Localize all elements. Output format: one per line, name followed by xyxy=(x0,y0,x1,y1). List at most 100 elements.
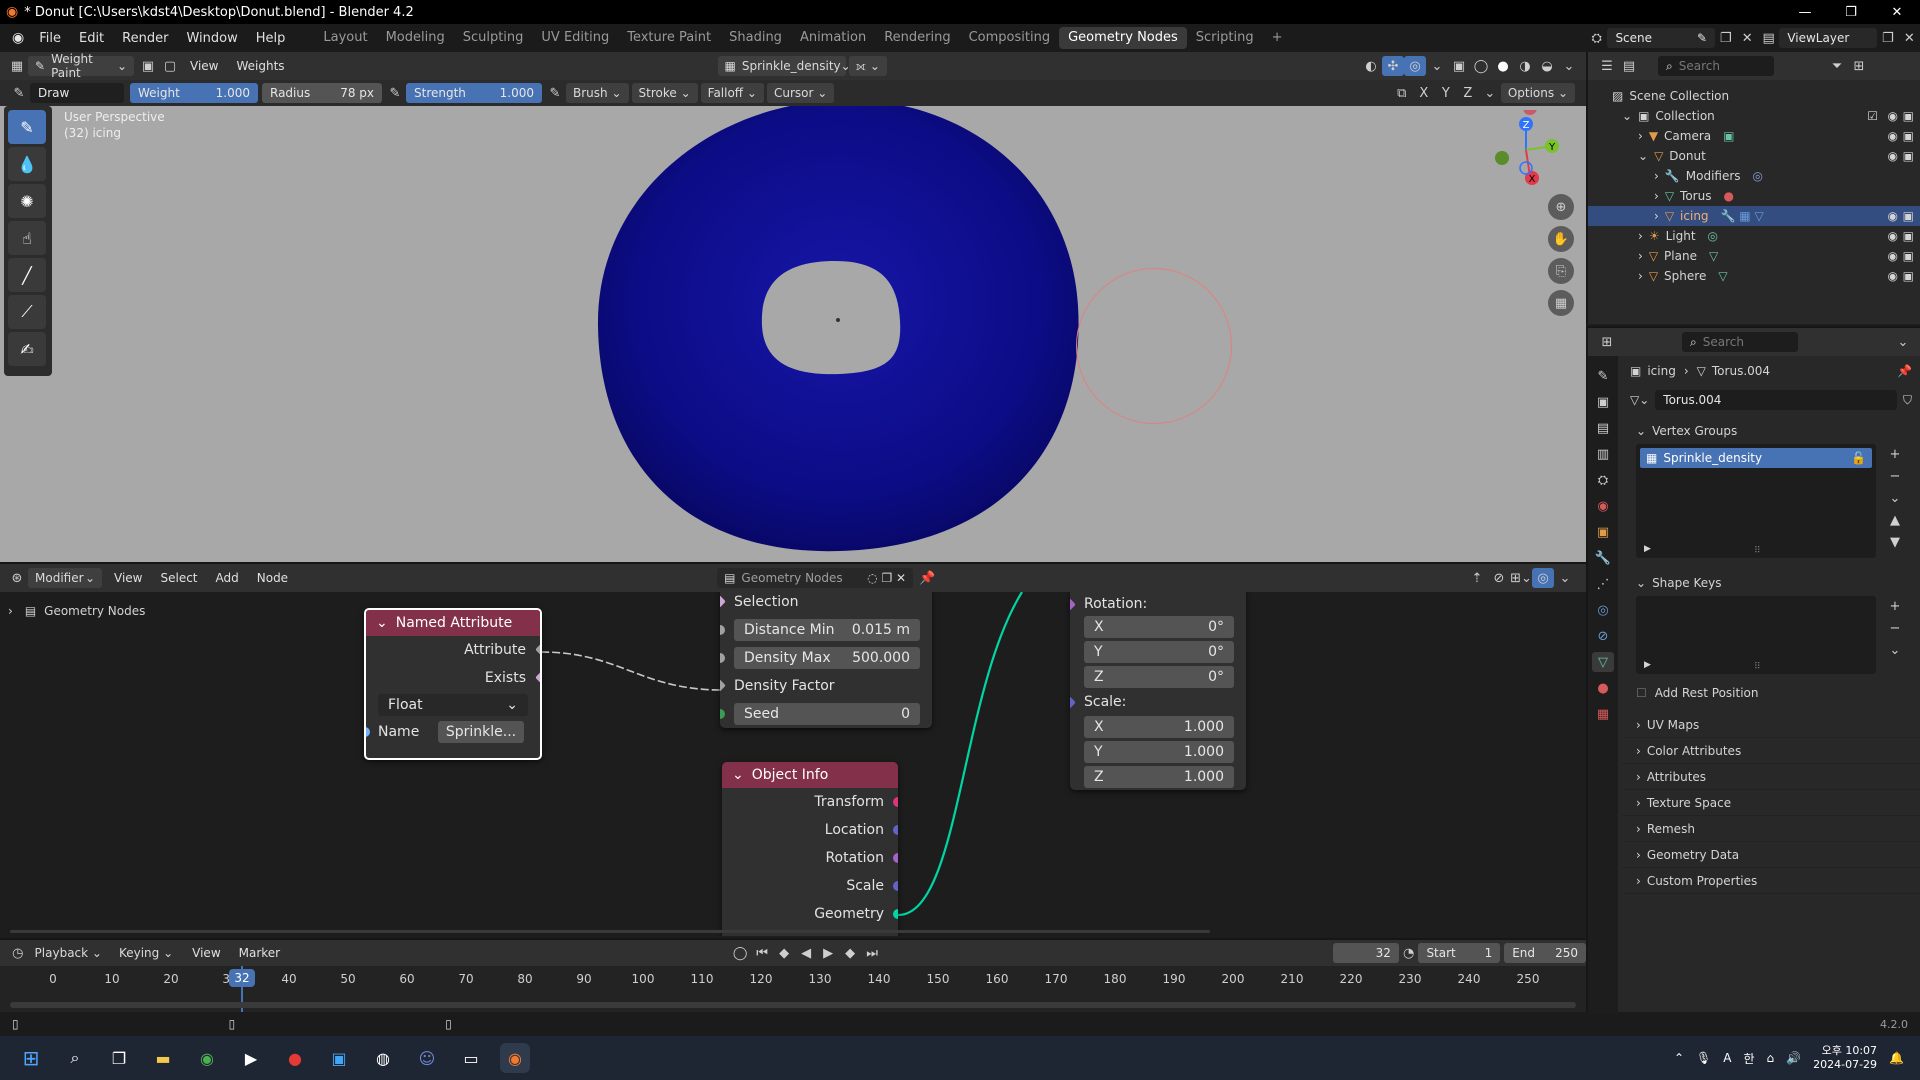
scene-field[interactable]: Scene ✎ xyxy=(1607,28,1716,48)
terminal-icon[interactable]: ▭ xyxy=(456,1043,486,1073)
outliner-item-collection[interactable]: ⌄ ▣ Collection ☑ ◉ ▣ xyxy=(1612,106,1920,126)
menu-help[interactable]: Help xyxy=(247,31,295,46)
mesh-name-field[interactable]: Torus.004 xyxy=(1655,390,1897,410)
chrome-icon[interactable]: ◉ xyxy=(192,1043,222,1073)
rendered-shading-icon[interactable]: ◒ xyxy=(1536,56,1558,76)
task-view-icon[interactable]: ❐ xyxy=(104,1043,134,1073)
outliner-item-plane[interactable]: › ▽ Plane ▽ ◉ ▣ xyxy=(1612,246,1920,266)
node-editor-type-icon[interactable]: ⊛ xyxy=(6,568,28,588)
display-mode-icon[interactable]: ▤ xyxy=(1618,56,1640,76)
vertex-group-specials-button[interactable]: ⌄ xyxy=(1884,488,1906,508)
blender-taskbar-icon[interactable]: ◉ xyxy=(500,1043,530,1073)
draw-tool-icon[interactable]: ✎ xyxy=(8,110,46,144)
attribute-output-socket[interactable] xyxy=(535,643,540,656)
outliner-item-light[interactable]: › ☀ Light ◎ ◉ ▣ xyxy=(1612,226,1920,246)
menu-render[interactable]: Render xyxy=(113,31,177,46)
selection-input-socket[interactable] xyxy=(720,595,726,608)
mirror-x-toggle[interactable]: X xyxy=(1413,83,1435,103)
mesh-data-tab-icon[interactable]: ▽ xyxy=(1592,652,1614,672)
tab-animation[interactable]: Animation xyxy=(791,27,875,49)
falloff-dropdown[interactable]: Falloff ⌄ xyxy=(700,83,764,103)
modifier-tab-icon[interactable]: 🔧 xyxy=(1592,548,1614,568)
output-tab-icon[interactable]: ▤ xyxy=(1592,418,1614,438)
node-tree-selector[interactable]: ▤ Geometry Nodes ◌ ❐ ✕ xyxy=(717,568,914,588)
texture-tab-icon[interactable]: ▦ xyxy=(1592,704,1614,724)
smear-tool-icon[interactable]: ☝ xyxy=(8,221,46,255)
location-output-socket[interactable] xyxy=(893,825,898,835)
clock[interactable]: 오후 10:07 2024-07-29 xyxy=(1813,1044,1877,1072)
remove-shape-key-button[interactable]: − xyxy=(1884,618,1906,638)
menu-weights[interactable]: Weights xyxy=(227,59,293,73)
material-tab-icon[interactable]: ● xyxy=(1592,678,1614,698)
move-down-button[interactable]: ▼ xyxy=(1884,532,1906,552)
start-frame-field[interactable]: Start 1 xyxy=(1418,943,1501,963)
view-layer-field[interactable]: ViewLayer xyxy=(1779,28,1878,48)
outliner-item-torus[interactable]: › ▽ Torus ● xyxy=(1612,186,1920,206)
rotation-y-field[interactable]: Y 0° xyxy=(1084,641,1234,663)
render-tab-icon[interactable]: ▣ xyxy=(1592,392,1614,412)
video-app-icon[interactable]: ● xyxy=(280,1043,310,1073)
node-context-dropdown[interactable]: Modifier ⌄ xyxy=(28,568,102,588)
filter-icon[interactable]: ⏷ xyxy=(1826,56,1848,76)
ortho-grid-icon[interactable]: ▦ xyxy=(1548,290,1574,316)
vertex-group-item[interactable]: ▦ Sprinkle_density 🔓 xyxy=(1640,448,1872,468)
custom-properties-section[interactable]: › Custom Properties xyxy=(1622,868,1920,894)
vertex-groups-section[interactable]: ⌄ Vertex Groups xyxy=(1622,418,1920,444)
outliner-search[interactable]: ⌕ Search xyxy=(1658,56,1774,76)
data-type-dropdown[interactable]: Float ⌄ xyxy=(378,694,528,716)
solid-shading-icon[interactable]: ● xyxy=(1492,56,1514,76)
outliner-item-camera[interactable]: › ▼ Camera ▣ ◉ ▣ xyxy=(1612,126,1920,146)
file-explorer-icon[interactable]: ▬ xyxy=(148,1043,178,1073)
editor-type-icon[interactable]: ▦ xyxy=(6,56,28,76)
node-object-info[interactable]: ⌄ Object Info Transform Location Rotation… xyxy=(722,762,898,936)
view-layer-tab-icon[interactable]: ▥ xyxy=(1592,444,1614,464)
wireframe-shading-icon[interactable]: ◯ xyxy=(1470,56,1492,76)
name-input-field[interactable]: Sprinkle... xyxy=(438,721,524,743)
color-attributes-section[interactable]: › Color Attributes xyxy=(1622,738,1920,764)
outliner-item-sphere[interactable]: › ▽ Sphere ▽ ◉ ▣ xyxy=(1612,266,1920,286)
camera-view-icon[interactable]: ⎘ xyxy=(1548,258,1574,284)
tab-scripting[interactable]: Scripting xyxy=(1187,27,1263,49)
current-frame-marker[interactable]: 32 xyxy=(229,969,255,987)
remove-vertex-group-button[interactable]: − xyxy=(1884,466,1906,486)
pin-icon[interactable]: 📌 xyxy=(1897,364,1912,378)
exists-output-socket[interactable] xyxy=(535,671,540,684)
rotation-z-field[interactable]: Z 0° xyxy=(1084,666,1234,688)
geometry-output-socket[interactable] xyxy=(893,909,898,919)
fake-user-shield-icon[interactable]: ⛉ xyxy=(1903,393,1912,408)
gizmo-icon[interactable]: ✣ xyxy=(1382,56,1404,76)
input-mode-label[interactable]: A xyxy=(1723,1051,1731,1065)
physics-tab-icon[interactable]: ◎ xyxy=(1592,600,1614,620)
radius-pressure-icon[interactable]: ✎ xyxy=(384,83,406,103)
density-max-field[interactable]: Density Max 500.000 xyxy=(734,647,920,669)
menu-view[interactable]: View xyxy=(181,59,227,73)
search-icon[interactable]: ⌕ xyxy=(60,1043,90,1073)
tab-modeling[interactable]: Modeling xyxy=(377,27,454,49)
donut-mesh[interactable] xyxy=(590,106,1090,562)
ime-label[interactable]: 한 xyxy=(1743,1050,1754,1067)
tab-sculpting[interactable]: Sculpting xyxy=(454,27,533,49)
end-frame-field[interactable]: End 250 xyxy=(1504,943,1586,963)
attributes-section[interactable]: › Attributes xyxy=(1622,764,1920,790)
world-tab-icon[interactable]: ◉ xyxy=(1592,496,1614,516)
vertex-group-dropdown[interactable]: ▦ Sprinkle_density ⌄ xyxy=(717,56,851,76)
weight-slider[interactable]: Weight 1.000 xyxy=(130,83,258,103)
geometry-data-section[interactable]: › Geometry Data xyxy=(1622,842,1920,868)
node-menu-node[interactable]: Node xyxy=(248,571,297,585)
remove-scene-icon[interactable]: ✕ xyxy=(1736,28,1757,48)
tab-compositing[interactable]: Compositing xyxy=(960,27,1060,49)
windows-start-icon[interactable]: ⊞ xyxy=(16,1043,46,1073)
playback-dropdown[interactable]: Playback ⌄ xyxy=(28,943,109,963)
visibility-icon[interactable]: ◐ xyxy=(1360,56,1382,76)
add-shape-key-button[interactable]: + xyxy=(1884,596,1906,616)
annotate-tool-icon[interactable]: ✍ xyxy=(8,332,46,366)
scale-y-field[interactable]: Y 1.000 xyxy=(1084,741,1234,763)
navigation-gizmo[interactable]: Z Y X xyxy=(1486,110,1566,190)
close-button[interactable]: ✕ xyxy=(1874,5,1920,20)
mode-dropdown[interactable]: ✎ Weight Paint ⌄ xyxy=(28,52,134,80)
mirror-y-toggle[interactable]: Y xyxy=(1435,83,1457,103)
move-up-button[interactable]: ▲ xyxy=(1884,510,1906,530)
parent-node-tree-icon[interactable]: ⇡ xyxy=(1466,568,1488,588)
rotation-output-socket[interactable] xyxy=(893,853,898,863)
blur-tool-icon[interactable]: 💧 xyxy=(8,147,46,181)
